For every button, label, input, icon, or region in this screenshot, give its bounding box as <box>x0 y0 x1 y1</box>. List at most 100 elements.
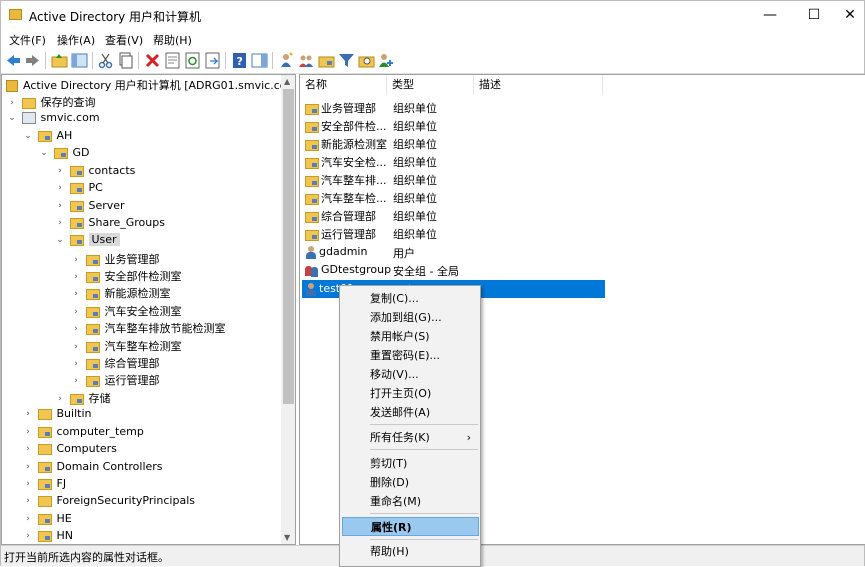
list-item[interactable]: 运行管理部 组织单位 <box>302 224 862 242</box>
list-item[interactable]: 汽车整车排... 组织单位 <box>302 170 862 188</box>
tree-node-ah[interactable]: ⌄ AH <box>22 129 72 146</box>
expand-icon[interactable]: › <box>22 409 34 419</box>
copy-icon[interactable] <box>117 52 134 69</box>
expand-icon[interactable]: › <box>22 462 34 472</box>
find-icon[interactable] <box>358 52 375 69</box>
expand-icon[interactable]: › <box>22 479 34 489</box>
tree-node-ou[interactable]: › 汽车整车检测室 <box>70 338 181 355</box>
column-header-description[interactable]: 描述 <box>474 75 603 95</box>
expand-icon[interactable]: › <box>22 531 34 541</box>
expand-icon[interactable]: › <box>70 359 82 369</box>
expand-icon[interactable]: › <box>54 394 66 404</box>
tree-vertical-scrollbar[interactable]: ▲ ▼ <box>281 75 295 544</box>
tree-node-ou[interactable]: › 业务管理部 <box>70 251 159 268</box>
menu-item-send-mail[interactable]: 发送邮件(A) <box>342 403 479 422</box>
help-icon[interactable]: ? <box>231 52 248 69</box>
expand-icon[interactable]: › <box>22 444 34 454</box>
maximize-button[interactable]: ☐ <box>792 1 836 30</box>
menu-item-open-home-page[interactable]: 打开主页(O) <box>342 384 479 403</box>
expand-icon[interactable]: › <box>22 496 34 506</box>
back-icon[interactable] <box>5 52 22 69</box>
menu-item-copy[interactable]: 复制(C)... <box>342 289 479 308</box>
menu-item-all-tasks[interactable]: 所有任务(K) › <box>342 428 479 447</box>
expand-icon[interactable]: › <box>70 289 82 299</box>
expand-icon[interactable]: › <box>70 307 82 317</box>
menu-action[interactable]: 操作(A) <box>57 32 95 48</box>
tree-node-server[interactable]: › Server <box>54 199 124 216</box>
expand-icon[interactable]: › <box>6 98 18 108</box>
close-button[interactable]: ✕ <box>836 1 864 30</box>
menu-item-rename[interactable]: 重命名(M) <box>342 492 479 511</box>
show-tree-icon[interactable] <box>71 52 88 69</box>
action-pane-icon[interactable] <box>251 52 268 69</box>
expand-icon[interactable]: › <box>54 183 66 193</box>
new-group-icon[interactable] <box>298 52 315 69</box>
expand-icon[interactable]: › <box>70 255 82 265</box>
expand-icon[interactable]: › <box>54 166 66 176</box>
menu-item-properties[interactable]: 属性(R) <box>342 517 479 536</box>
expand-icon[interactable]: › <box>70 272 82 282</box>
tree-node-gd[interactable]: ⌄ GD <box>38 146 89 163</box>
list-item[interactable]: gdadmin 用户 <box>302 243 862 261</box>
tree-node-share-groups[interactable]: › Share_Groups <box>54 216 165 233</box>
expand-icon[interactable]: › <box>22 427 34 437</box>
tree-node-ou[interactable]: › 运行管理部 <box>70 372 159 389</box>
list-item[interactable]: 新能源检测室 组织单位 <box>302 134 862 152</box>
expand-icon[interactable]: › <box>54 218 66 228</box>
new-user-icon[interactable] <box>278 52 295 69</box>
list-item[interactable]: 综合管理部 组织单位 <box>302 206 862 224</box>
tree-node-domain[interactable]: ⌄ smvic.com <box>6 111 100 128</box>
tree-node-hn[interactable]: › HN <box>22 529 73 544</box>
filter-icon[interactable] <box>338 52 355 69</box>
list-item[interactable]: 业务管理部 组织单位 <box>302 98 862 116</box>
expand-icon[interactable]: › <box>70 342 82 352</box>
menu-file[interactable]: 文件(F) <box>9 32 46 48</box>
tree-node-ou[interactable]: › 综合管理部 <box>70 355 159 372</box>
collapse-icon[interactable]: ⌄ <box>38 148 50 158</box>
tree-node-ou[interactable]: › 新能源检测室 <box>70 285 170 302</box>
tree-node-fj[interactable]: › FJ <box>22 477 66 494</box>
up-folder-icon[interactable] <box>51 52 68 69</box>
tree-node-domain-controllers[interactable]: › Domain Controllers <box>22 460 162 477</box>
expand-icon[interactable]: › <box>22 514 34 524</box>
tree-node-ou[interactable]: › 汽车安全检测室 <box>70 303 181 320</box>
tree-node-builtin[interactable]: › Builtin <box>22 407 91 424</box>
menu-item-delete[interactable]: 删除(D) <box>342 473 479 492</box>
list-item[interactable]: 汽车安全检... 组织单位 <box>302 152 862 170</box>
tree-node-contacts[interactable]: › contacts <box>54 164 135 181</box>
tree-node-ou[interactable]: › 汽车整车排放节能检测室 <box>70 320 225 337</box>
properties-icon[interactable] <box>164 52 181 69</box>
collapse-icon[interactable]: ⌄ <box>54 235 66 245</box>
scroll-up-arrow-icon[interactable]: ▲ <box>284 77 290 86</box>
tree-node-ou[interactable]: › 安全部件检测室 <box>70 268 181 285</box>
tree-node-user[interactable]: ⌄ User <box>54 233 120 250</box>
expand-icon[interactable]: › <box>70 376 82 386</box>
delete-icon[interactable] <box>144 52 161 69</box>
menu-help[interactable]: 帮助(H) <box>153 32 192 48</box>
tree-root-node[interactable]: Active Directory 用户和计算机 [ADRG01.smvic.co… <box>6 77 295 94</box>
add-to-group-icon[interactable] <box>378 52 395 69</box>
refresh-icon[interactable] <box>184 52 201 69</box>
minimize-button[interactable]: — <box>748 1 792 30</box>
tree-node-pc[interactable]: › PC <box>54 181 103 198</box>
menu-item-move[interactable]: 移动(V)... <box>342 365 479 384</box>
collapse-icon[interactable]: ⌄ <box>6 113 18 123</box>
scroll-down-arrow-icon[interactable]: ▼ <box>284 533 290 542</box>
expand-icon[interactable]: › <box>54 201 66 211</box>
menu-item-reset-password[interactable]: 重置密码(E)... <box>342 346 479 365</box>
menu-item-cut[interactable]: 剪切(T) <box>342 454 479 473</box>
list-item[interactable]: 安全部件检... 组织单位 <box>302 116 862 134</box>
list-item[interactable]: 汽车整车检... 组织单位 <box>302 188 862 206</box>
list-item[interactable]: GDtestgroup 安全组 - 全局 <box>302 261 862 279</box>
menu-view[interactable]: 查看(V) <box>105 32 143 48</box>
tree-node-storage[interactable]: › 存储 <box>54 390 110 407</box>
tree-node-computer-temp[interactable]: › computer_temp <box>22 425 144 442</box>
new-ou-icon[interactable] <box>318 52 335 69</box>
collapse-icon[interactable]: ⌄ <box>22 131 34 141</box>
menu-item-help[interactable]: 帮助(H) <box>342 542 479 561</box>
tree-node-saved-queries[interactable]: › 保存的查询 <box>6 94 95 111</box>
tree-node-he[interactable]: › HE <box>22 512 72 529</box>
expand-icon[interactable]: › <box>70 324 82 334</box>
scroll-thumb[interactable] <box>283 89 294 404</box>
console-tree[interactable]: Active Directory 用户和计算机 [ADRG01.smvic.co… <box>1 74 296 545</box>
